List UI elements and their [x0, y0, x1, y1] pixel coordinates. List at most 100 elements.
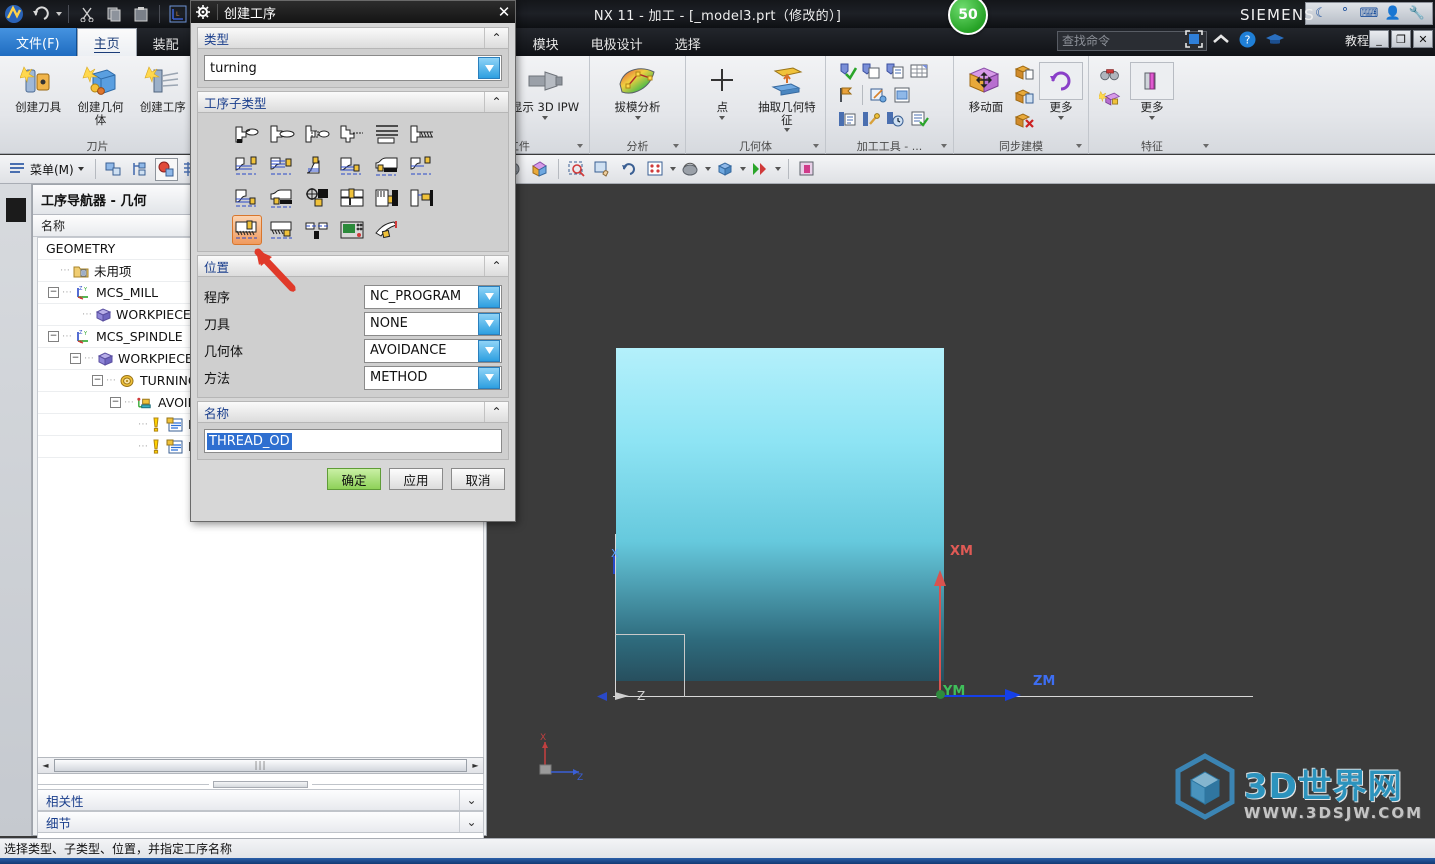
create-tool-button[interactable]: 创建刀具 — [10, 60, 66, 116]
ok-button[interactable]: 确定 — [327, 468, 381, 490]
panel-splitter[interactable] — [37, 779, 484, 789]
more-feature-button[interactable]: 更多 — [1125, 60, 1179, 122]
op-rough-id-icon[interactable] — [337, 119, 367, 149]
colored-body-icon[interactable] — [528, 158, 551, 181]
method-combo-arrow-icon[interactable] — [478, 366, 500, 389]
section-position-header[interactable]: 位置 ⌃ — [197, 255, 509, 277]
create-geometry-button[interactable]: 创建几何体 — [72, 60, 128, 128]
op-rough-back-icon[interactable] — [302, 119, 332, 149]
orientation-icon[interactable] — [714, 158, 737, 181]
group-feature-expand-icon[interactable] — [1203, 144, 1209, 148]
op-centerline-peck-icon[interactable] — [372, 183, 402, 213]
cut-icon[interactable] — [75, 2, 99, 26]
keyboard-icon[interactable]: ⌨ — [1360, 5, 1379, 23]
csys-icon[interactable]: L — [166, 2, 190, 26]
tree-expander-turning-workpiece[interactable]: − — [92, 375, 103, 386]
op-machine-control-icon[interactable] — [337, 215, 367, 245]
quick-access-toolbar[interactable]: L — [2, 1, 199, 27]
draft-analysis-dropdown-icon[interactable] — [634, 115, 641, 120]
tutorial-label[interactable]: 教程 — [1345, 32, 1369, 49]
tree-expander-avoidance[interactable]: − — [110, 397, 121, 408]
zoom-window-icon[interactable] — [566, 158, 589, 181]
mt-list-icon[interactable] — [836, 108, 858, 130]
section-dependencies[interactable]: 相关性 ⌄ — [37, 789, 484, 811]
create-operation-button[interactable]: 创建工序 — [135, 60, 191, 116]
graduation-cap-icon[interactable] — [1265, 32, 1285, 46]
tool-combo[interactable]: NONE — [364, 311, 502, 336]
section-details[interactable]: 细节 ⌄ — [37, 811, 484, 833]
chevron-down-icon[interactable]: ⌄ — [459, 812, 483, 832]
op-thread-rough-icon[interactable] — [407, 119, 437, 149]
op-thread-id-icon[interactable] — [267, 215, 297, 245]
tab-electrode-design[interactable]: 电极设计 — [575, 30, 659, 56]
feature-create-icon[interactable] — [1099, 88, 1121, 110]
close-button[interactable]: ✕ — [1413, 30, 1433, 48]
os-taskbar[interactable] — [0, 858, 1435, 864]
turning-part-model[interactable] — [616, 348, 944, 681]
scroll-right-arrow-icon[interactable]: ► — [468, 758, 483, 773]
help-icon[interactable]: ? — [1239, 31, 1256, 48]
orientation-dropdown-icon[interactable] — [739, 167, 746, 171]
section-type-header[interactable]: 类型 ⌃ — [197, 27, 509, 49]
section-subtype-header[interactable]: 工序子类型 ⌃ — [197, 91, 509, 113]
select-solid-icon[interactable] — [154, 157, 178, 181]
undo-dropdown-icon[interactable] — [56, 12, 62, 16]
group-geometry-expand-icon[interactable] — [813, 144, 819, 148]
op-finish-id-icon[interactable] — [372, 151, 402, 181]
chevron-up-icon[interactable]: ⌃ — [484, 256, 508, 276]
nx-logo-icon[interactable] — [2, 2, 26, 26]
op-finish-step-icon[interactable] — [302, 151, 332, 181]
extract-geometry-button[interactable]: 抽取几何特征 — [753, 60, 821, 134]
window-buttons[interactable]: _ ❐ ✕ — [1369, 30, 1433, 48]
tab-file[interactable]: 文件(F) — [0, 28, 77, 56]
tree-expander-mcs-mill[interactable]: − — [48, 287, 59, 298]
geometry-combo-arrow-icon[interactable] — [478, 339, 500, 362]
cancel-button[interactable]: 取消 — [451, 468, 505, 490]
rotate-icon[interactable] — [618, 158, 641, 181]
mt-table-icon[interactable] — [908, 60, 930, 82]
type-combo-arrow-icon[interactable] — [478, 57, 500, 79]
render-style-icon[interactable] — [796, 158, 819, 181]
fit-dropdown-icon[interactable] — [669, 167, 676, 171]
pan-icon[interactable] — [592, 158, 615, 181]
more-feature-dropdown-icon[interactable] — [1149, 115, 1155, 120]
navigator-horizontal-scrollbar[interactable]: ◄ ||| ► — [37, 757, 484, 774]
point-dropdown-icon[interactable] — [719, 115, 726, 120]
menu-button[interactable]: 菜单(M) — [4, 161, 88, 178]
chevron-up-icon[interactable]: ⌃ — [484, 28, 508, 48]
mt-sheet-icon[interactable] — [860, 60, 882, 82]
title-bar-icons[interactable]: ☾ ° ⌨ 👤 🔧 — [1305, 2, 1433, 25]
sync-copy-face-icon[interactable] — [1013, 62, 1035, 84]
fit-view-icon[interactable] — [1185, 30, 1203, 48]
tool-combo-arrow-icon[interactable] — [478, 312, 500, 335]
op-centerline-tap-icon[interactable] — [407, 183, 437, 213]
select-feature-icon[interactable] — [129, 158, 152, 181]
group-machining-tools-expand-icon[interactable] — [941, 144, 947, 148]
shaded-dropdown-icon[interactable] — [704, 167, 711, 171]
op-finish-back-id-icon[interactable] — [407, 151, 437, 181]
color-display-icon[interactable] — [749, 158, 772, 181]
op-finish-turn-od-icon[interactable] — [232, 151, 262, 181]
user-icon[interactable]: 👤 — [1384, 5, 1402, 23]
program-combo[interactable]: NC_PROGRAM — [364, 284, 502, 309]
tab-select[interactable]: 选择 — [659, 30, 717, 56]
copy-icon[interactable] — [102, 2, 126, 26]
group-sync-expand-icon[interactable] — [1076, 144, 1082, 148]
paste-icon[interactable] — [129, 2, 153, 26]
op-face-turn-icon[interactable] — [232, 119, 262, 149]
tab-assembly[interactable]: 装配 — [137, 30, 195, 56]
mt-check-icon[interactable] — [836, 60, 858, 82]
feature-measure-icon[interactable] — [1099, 62, 1121, 84]
mt-page-icon[interactable] — [891, 84, 913, 106]
type-combo[interactable]: turning — [204, 55, 502, 81]
scroll-left-arrow-icon[interactable]: ◄ — [38, 758, 53, 773]
move-face-button[interactable]: 移动面 — [962, 60, 1010, 116]
extract-geometry-dropdown-icon[interactable] — [783, 128, 790, 133]
op-teach-mode-icon[interactable] — [232, 183, 262, 213]
color-dropdown-icon[interactable] — [774, 167, 781, 171]
dialog-close-button[interactable]: ✕ — [495, 3, 513, 21]
chevron-up-icon[interactable] — [1212, 33, 1230, 45]
fit-icon[interactable] — [644, 158, 667, 181]
program-combo-arrow-icon[interactable] — [478, 285, 500, 308]
minimize-button[interactable]: _ — [1369, 30, 1389, 48]
